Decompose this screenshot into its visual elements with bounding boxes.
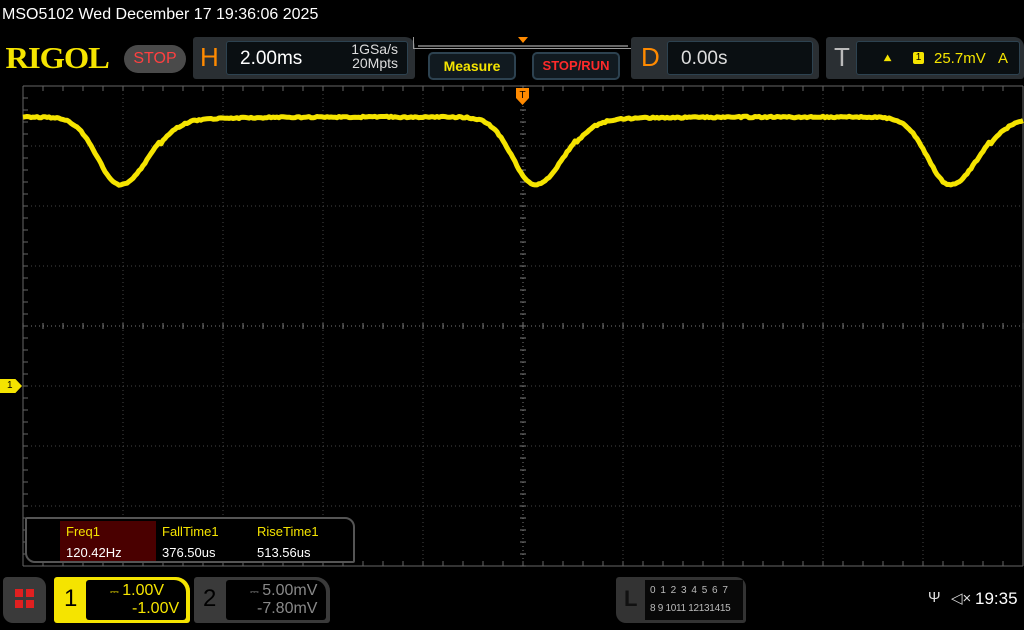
clock: 19:35 [975, 589, 1018, 609]
dc-coupling-icon: ⎓ [250, 586, 258, 598]
measurement-value: 513.56us [257, 545, 341, 560]
trigger-level: 25.7mV [934, 50, 986, 67]
speaker-muted-icon[interactable]: ◁× [951, 589, 971, 607]
trigger-label: T [834, 42, 850, 73]
channel1-scale-row: ⎓ 1.00V [110, 582, 164, 600]
rigol-logo: RIGOL [6, 40, 109, 76]
measure-button[interactable]: Measure [428, 52, 516, 80]
channel2-scale: 5.00mV [262, 582, 317, 599]
channel1-scale: 1.00V [122, 582, 164, 599]
graticule [23, 86, 1023, 566]
waveform-display[interactable]: T [0, 84, 1024, 568]
usb-icon: Ψ [928, 589, 941, 606]
window-title: MSO5102 Wed December 17 19:36:06 2025 [2, 6, 318, 24]
measurement-label: FallTime1 [162, 524, 246, 539]
rising-edge-icon: ⯅ [882, 50, 893, 67]
trigger-marker-label: T [519, 90, 525, 101]
run-state-badge: STOP [124, 45, 186, 73]
measurement-freq[interactable]: Freq1 120.42Hz [60, 521, 156, 561]
measurement-label: RiseTime1 [257, 524, 341, 539]
horizontal-label: H [200, 42, 219, 73]
main-menu-button[interactable] [3, 577, 46, 623]
sample-rate: 1GSa/s [338, 42, 398, 56]
logic-label: L [624, 586, 637, 612]
delay-label: D [641, 42, 660, 73]
logic-channels-row2: 8 9 1011 12131415 [650, 603, 730, 614]
trigger-source: 1 [913, 52, 924, 64]
measurement-falltime[interactable]: FallTime1 376.50us [156, 521, 252, 561]
measurement-panel: Freq1 120.42Hz FallTime1 376.50us RiseTime… [25, 517, 355, 563]
measurement-label: Freq1 [66, 524, 150, 539]
channel1-number: 1 [64, 585, 77, 613]
dc-coupling-icon: ⎓ [110, 586, 118, 598]
channel1-offset: -1.00V [132, 600, 179, 618]
menu-icon [15, 589, 23, 597]
measurement-value: 376.50us [162, 545, 246, 560]
trigger-time-marker[interactable]: T [516, 88, 529, 105]
channel2-number: 2 [203, 585, 216, 613]
logic-channels-row1: 0 1 2 3 4 5 6 7 [650, 585, 729, 596]
channel2-scale-row: ⎓ 5.00mV [250, 582, 317, 600]
timebase-value: 2.00ms [240, 48, 302, 70]
stop-run-button[interactable]: STOP/RUN [532, 52, 620, 80]
delay-value: 0.00s [681, 48, 727, 70]
memory-depth: 20Mpts [338, 56, 398, 70]
trigger-mode: A [998, 50, 1008, 67]
measurement-value: 120.42Hz [66, 545, 150, 560]
channel2-offset: -7.80mV [257, 600, 317, 618]
sample-info: 1GSa/s 20Mpts [338, 42, 398, 70]
measurement-risetime[interactable]: RiseTime1 513.56us [251, 521, 347, 561]
trigger-position-icon [518, 37, 528, 43]
